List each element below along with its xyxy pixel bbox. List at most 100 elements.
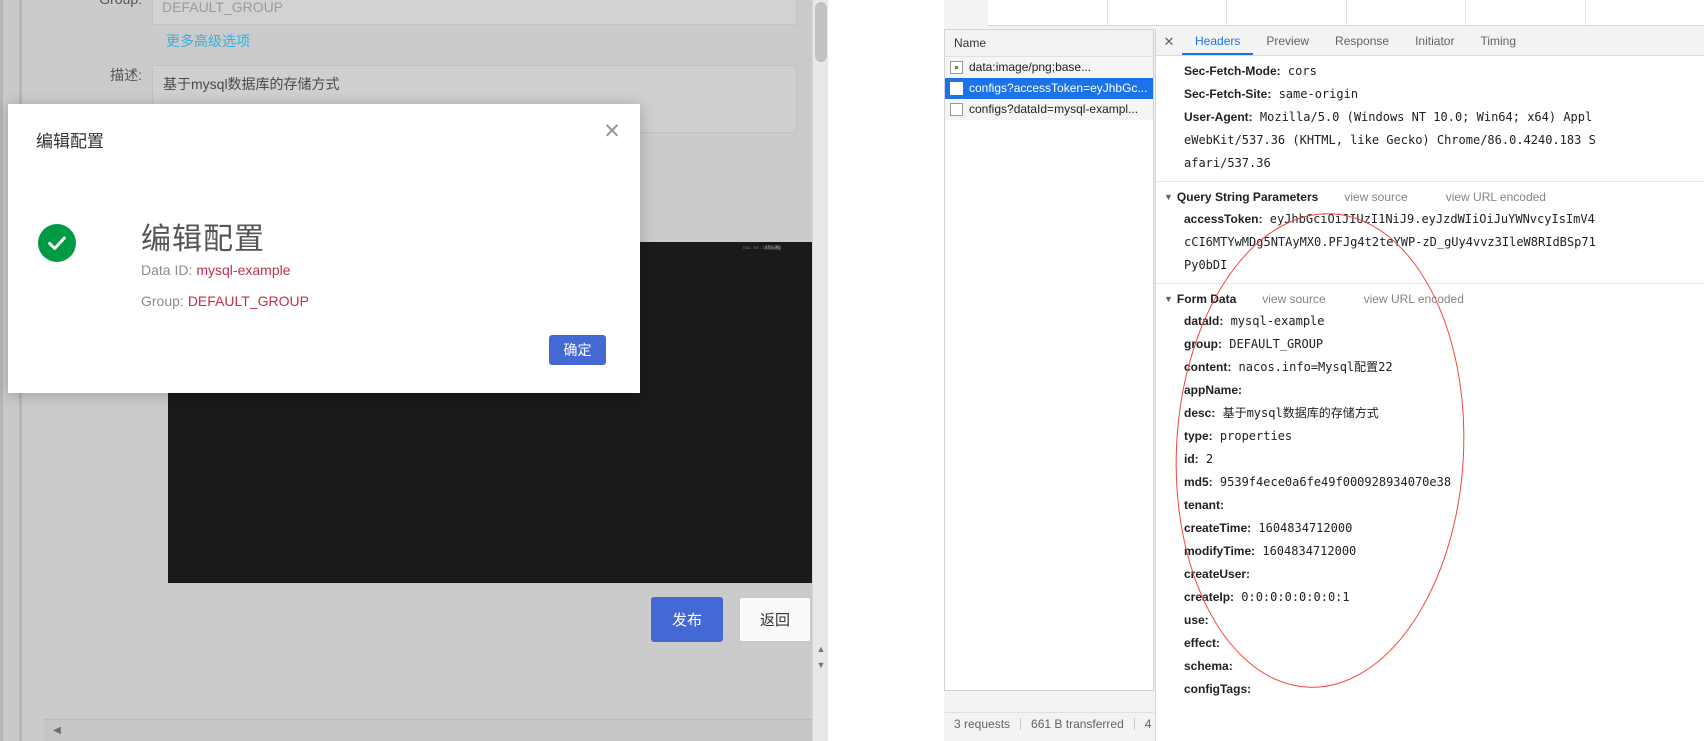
- form-field-key: createUser:: [1184, 567, 1251, 581]
- form-field-key: modifyTime:: [1184, 544, 1256, 558]
- status-divider: [1133, 718, 1135, 730]
- devtools-panel: Name data:image/png;base... configs?acces…: [944, 0, 1704, 741]
- form-field-key: tenant:: [1184, 498, 1224, 512]
- devtools-overview-columns: [988, 0, 1704, 26]
- form-view-url-encoded-link[interactable]: view URL encoded: [1364, 288, 1464, 310]
- group-input[interactable]: DEFAULT_GROUP: [152, 0, 797, 25]
- form-data-section-header[interactable]: ▼ Form Data view source view URL encoded: [1156, 288, 1704, 310]
- header-line: type: properties: [1156, 425, 1704, 448]
- query-view-source-link[interactable]: view source: [1344, 186, 1407, 208]
- status-divider: [1020, 718, 1022, 730]
- network-row[interactable]: configs?dataId=mysql-exampl...: [945, 99, 1153, 120]
- form-field-value: 1604834712000: [1255, 544, 1357, 558]
- dialog-footer: 确定: [8, 335, 640, 393]
- form-field-key: dataId:: [1184, 314, 1224, 328]
- back-button[interactable]: 返回: [739, 597, 811, 642]
- resources-count: 4: [1144, 717, 1152, 731]
- form-field-key: configTags:: [1184, 682, 1252, 696]
- dialog-group-value: DEFAULT_GROUP: [187, 293, 309, 309]
- header-line: md5: 9539f4ece0a6fe49f000928934070e38: [1156, 471, 1704, 494]
- close-icon[interactable]: ✕: [598, 118, 626, 146]
- form-field-value: nacos.info=Mysql配置22: [1231, 360, 1393, 374]
- dialog-data-id-row: Data ID: mysql-example: [141, 262, 291, 278]
- overview-column: [1108, 0, 1227, 25]
- page-vertical-scrollbar[interactable]: ▲ ▼: [812, 0, 828, 741]
- form-data-block: dataId: mysql-example group: DEFAULT_GROU…: [1156, 310, 1704, 701]
- description-label: 描述:: [110, 67, 142, 83]
- form-field-key: use:: [1184, 613, 1209, 627]
- image-icon: [950, 61, 963, 74]
- confirm-button[interactable]: 确定: [549, 335, 606, 365]
- header-line: createTime: 1604834712000: [1156, 517, 1704, 540]
- query-param-value-wrap: Py0bDI: [1184, 258, 1228, 272]
- header-key: User-Agent:: [1184, 110, 1253, 124]
- header-key: Sec-Fetch-Mode:: [1184, 64, 1281, 78]
- dialog-title: 编辑配置: [36, 132, 104, 151]
- chevron-down-icon[interactable]: ▼: [1164, 288, 1173, 310]
- edit-config-dialog: 编辑配置 ✕ 编辑配置 Data ID: mysql-example Group:…: [8, 104, 640, 393]
- header-line: Sec-Fetch-Mode: cors: [1156, 60, 1704, 83]
- query-view-url-encoded-link[interactable]: view URL encoded: [1446, 186, 1546, 208]
- form-field-value: 1604834712000: [1251, 521, 1353, 535]
- header-line: accessToken: eyJhbGciOiJIUzI1NiJ9.eyJzdW…: [1156, 208, 1704, 231]
- vertical-scrollbar-thumb[interactable]: [815, 2, 827, 62]
- window-gap: [828, 0, 944, 741]
- section-divider: [1156, 181, 1704, 182]
- doc-icon: [950, 82, 963, 95]
- network-status-bar: 3 requests 661 B transferred 4: [944, 691, 1154, 741]
- query-string-title: Query String Parameters: [1176, 190, 1319, 204]
- query-param-value-wrap: cCI6MTYwMDg5NTAyMX0.PFJg4t2teYWP-zD_gUy4…: [1184, 235, 1596, 249]
- tab-headers[interactable]: Headers: [1182, 29, 1254, 55]
- header-line: content: nacos.info=Mysql配置22: [1156, 356, 1704, 379]
- network-row[interactable]: configs?accessToken=eyJhbGc...: [945, 78, 1153, 99]
- section-divider: [1156, 283, 1704, 284]
- form-field-value: properties: [1212, 429, 1293, 443]
- detail-tabs-container: Headers Preview Response Initiator Timing: [1182, 29, 1529, 55]
- scroll-down-arrow-icon[interactable]: ▼: [813, 657, 828, 673]
- tab-response[interactable]: Response: [1322, 29, 1402, 55]
- bytes-transferred: 661 B transferred: [1031, 717, 1124, 731]
- network-row-name: configs?dataId=mysql-exampl...: [969, 102, 1139, 116]
- tab-timing[interactable]: Timing: [1467, 29, 1529, 55]
- header-line: group: DEFAULT_GROUP: [1156, 333, 1704, 356]
- header-line: appName:: [1156, 379, 1704, 402]
- tab-initiator[interactable]: Initiator: [1402, 29, 1467, 55]
- header-line: effect:: [1156, 632, 1704, 655]
- chevron-down-icon[interactable]: ▼: [1164, 186, 1173, 208]
- query-string-section-header[interactable]: ▼ Query String Parameters view source vi…: [1156, 186, 1704, 208]
- form-field-key: schema:: [1184, 659, 1233, 673]
- advanced-options-link[interactable]: 更多高级选项: [166, 31, 250, 51]
- scroll-left-arrow-icon[interactable]: ◀: [52, 725, 62, 737]
- screenshot-root: * Group: DEFAULT_GROUP 更多高级选项 描述: 基于mysq…: [0, 0, 1704, 741]
- close-detail-icon[interactable]: ✕: [1156, 29, 1182, 55]
- scroll-up-arrow-icon[interactable]: ▲: [813, 641, 828, 657]
- network-rows-container: data:image/png;base... configs?accessToke…: [945, 57, 1153, 120]
- success-check-icon: [38, 224, 76, 262]
- network-row-name: data:image/png;base...: [969, 60, 1092, 74]
- form-data-title: Form Data: [1176, 292, 1237, 306]
- query-param-key: accessToken:: [1184, 212, 1263, 226]
- network-row-name: configs?accessToken=eyJhbGc...: [969, 81, 1148, 95]
- form-field-key: group:: [1184, 337, 1222, 351]
- detail-tabbar: ✕ Headers Preview Response Initiator Timing: [1156, 29, 1704, 56]
- network-row[interactable]: data:image/png;base...: [945, 57, 1153, 78]
- query-param-value: eyJhbGciOiJIUzI1NiJ9.eyJzdWIiOiJuYWNvcyI…: [1262, 212, 1595, 226]
- network-request-list: Name data:image/png;base... configs?acces…: [944, 29, 1154, 691]
- overview-column: [1227, 0, 1347, 25]
- header-line: dataId: mysql-example: [1156, 310, 1704, 333]
- page-horizontal-scrollbar[interactable]: ◀ ▶: [44, 719, 828, 741]
- form-view-source-link[interactable]: view source: [1262, 288, 1325, 310]
- editor-minimap-text: nac os.info=My: [743, 245, 781, 250]
- form-field-key: desc:: [1184, 406, 1216, 420]
- header-line: tenant:: [1156, 494, 1704, 517]
- header-line: schema:: [1156, 655, 1704, 678]
- tab-preview[interactable]: Preview: [1253, 29, 1322, 55]
- header-line: createIp: 0:0:0:0:0:0:0:1: [1156, 586, 1704, 609]
- form-field-key: effect:: [1184, 636, 1221, 650]
- request-detail-pane: ✕ Headers Preview Response Initiator Timing …: [1155, 29, 1704, 741]
- header-line: Sec-Fetch-Site: same-origin: [1156, 83, 1704, 106]
- form-field-value: 2: [1198, 452, 1214, 466]
- dialog-group-label: Group:: [141, 293, 184, 309]
- publish-button[interactable]: 发布: [651, 597, 723, 642]
- form-field-value: mysql-example: [1223, 314, 1325, 328]
